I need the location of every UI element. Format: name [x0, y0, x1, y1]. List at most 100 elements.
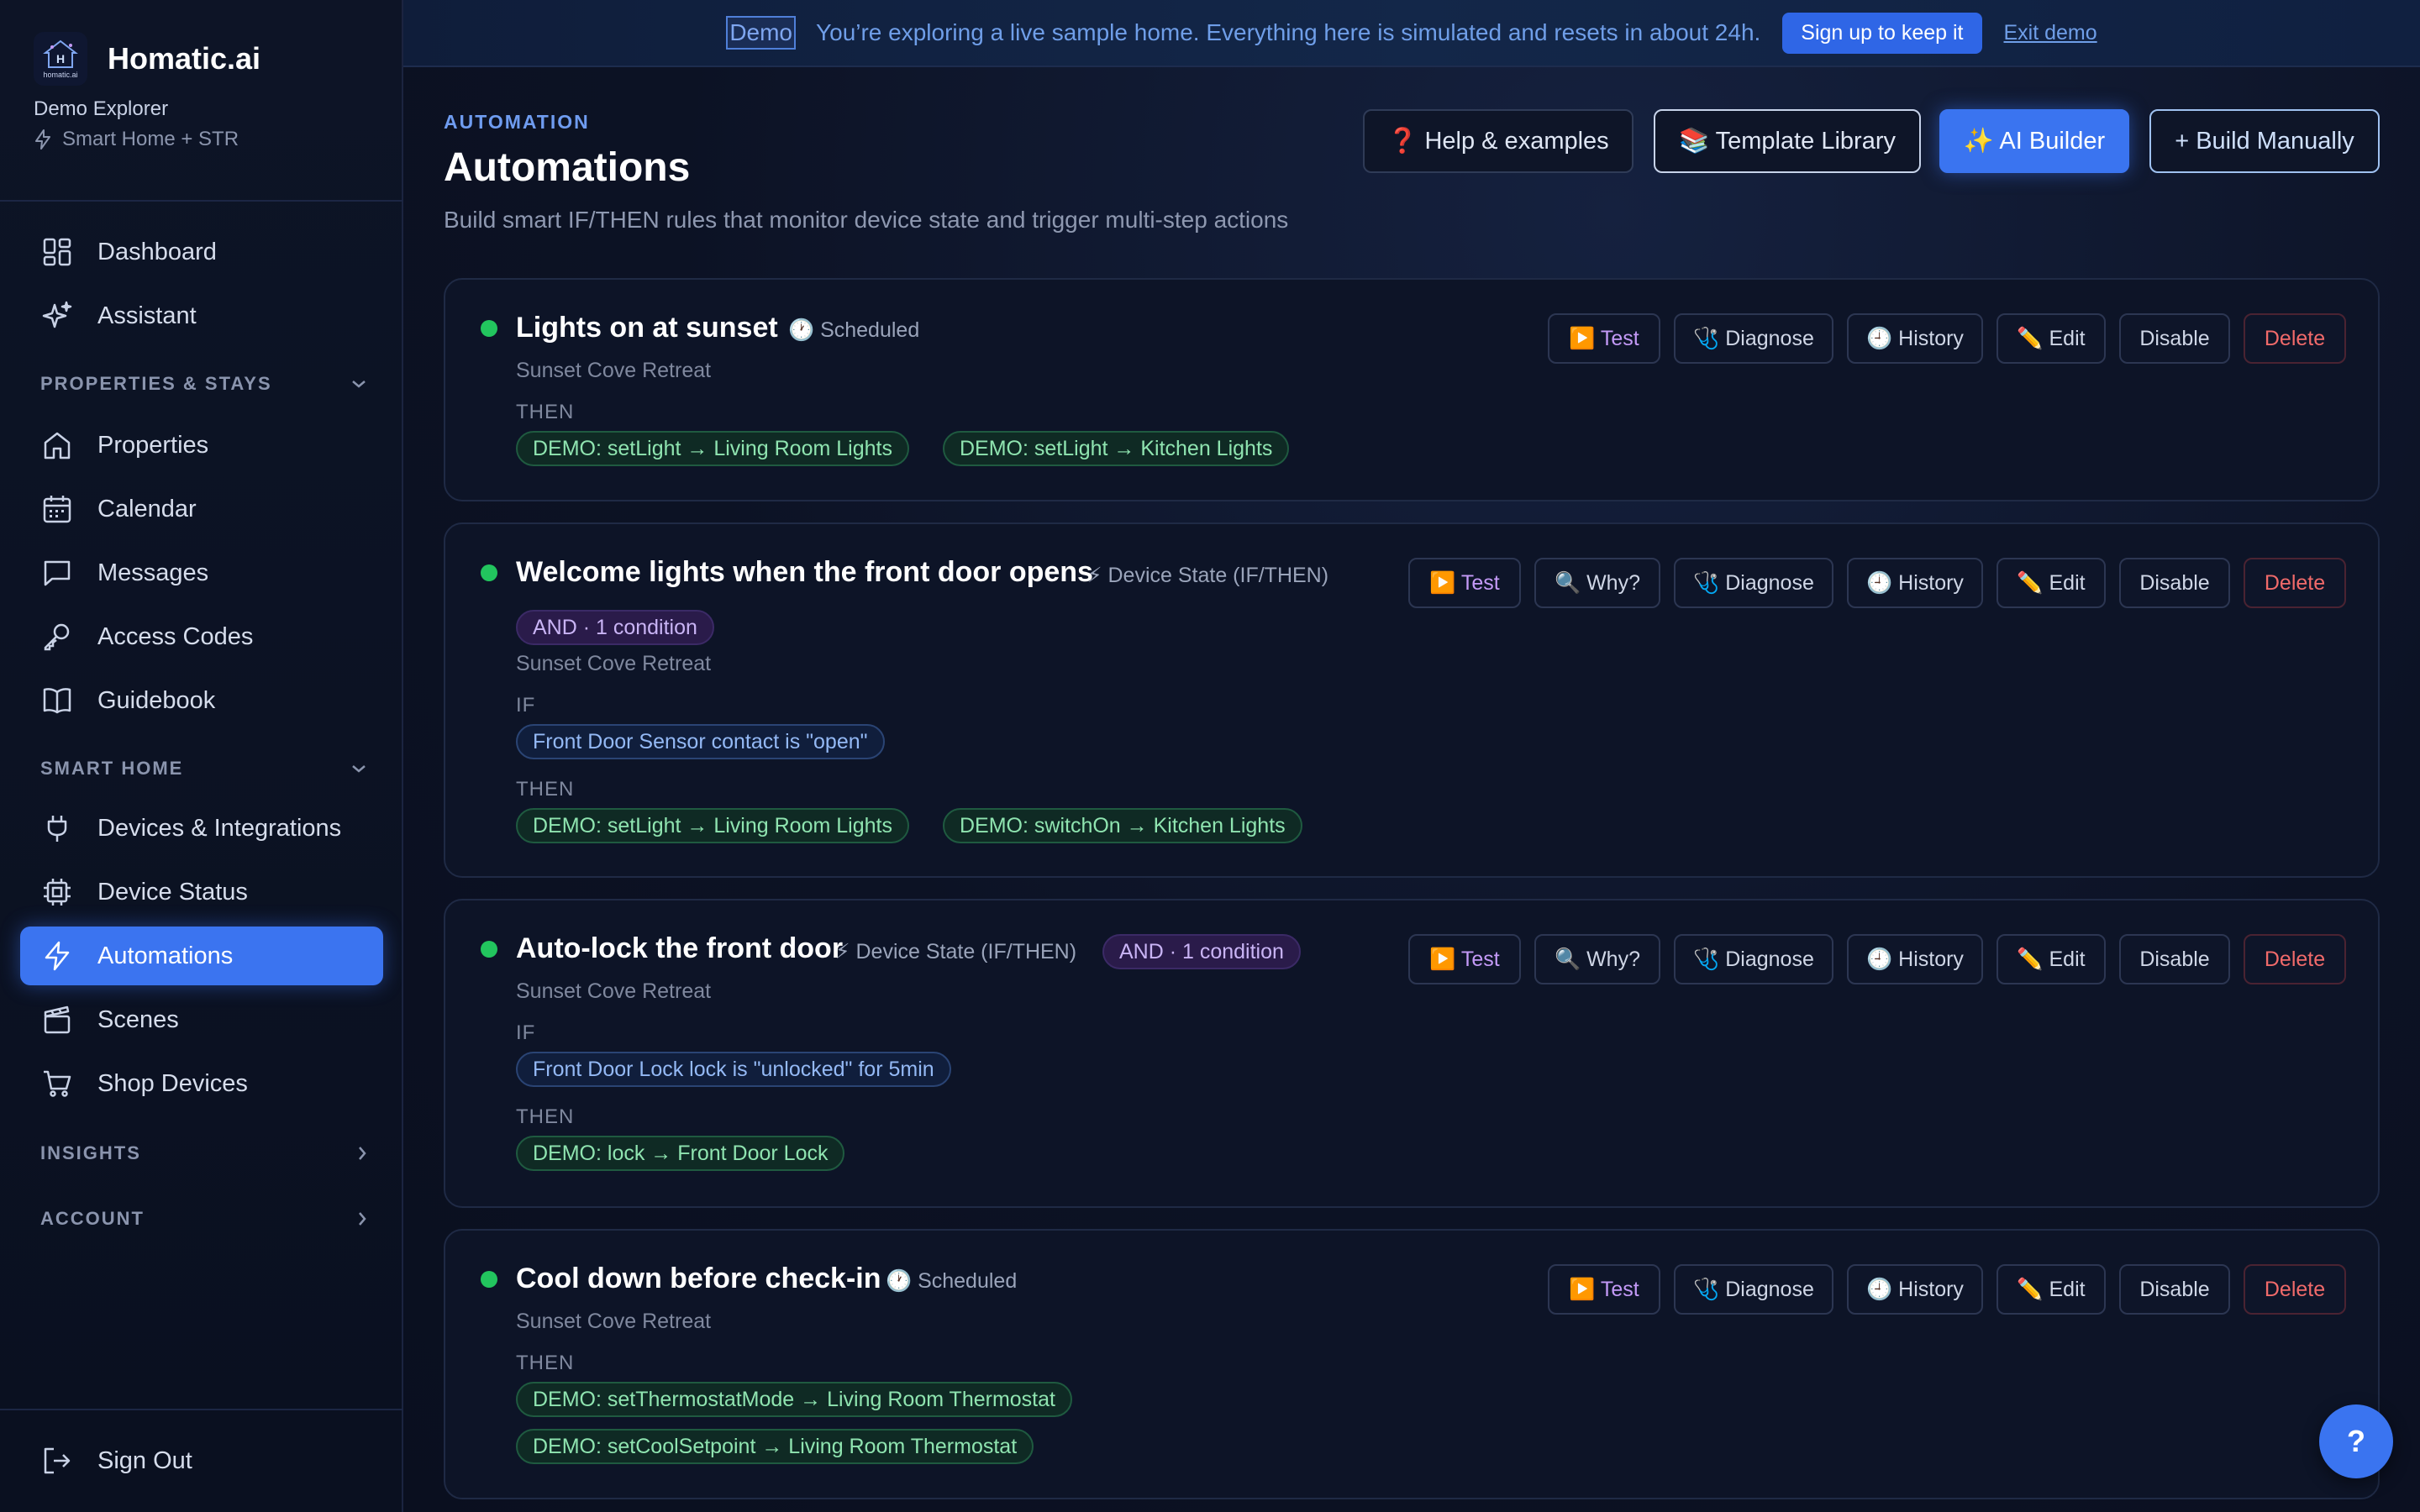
- sign-out-button[interactable]: Sign Out: [20, 1431, 383, 1490]
- test-button[interactable]: ▶️ Test: [1408, 558, 1521, 608]
- lightning-icon: [40, 939, 74, 973]
- then-label: THEN: [516, 1352, 575, 1374]
- disable-button[interactable]: Disable: [2119, 313, 2230, 364]
- test-button[interactable]: ▶️ Test: [1548, 1264, 1660, 1315]
- diagnose-button[interactable]: 🩺 Diagnose: [1674, 1264, 1833, 1315]
- sidebar-item-guidebook[interactable]: Guidebook: [20, 671, 383, 730]
- sidebar-divider: [0, 1409, 403, 1410]
- section-account[interactable]: ACCOUNT: [40, 1208, 368, 1230]
- sidebar-item-label: Automations: [97, 942, 234, 969]
- if-label: IF: [516, 1021, 536, 1044]
- delete-button[interactable]: Delete: [2244, 934, 2346, 984]
- action-chip: DEMO: lock → Front Door Lock: [516, 1136, 845, 1171]
- sidebar-item-messages[interactable]: Messages: [20, 543, 383, 602]
- main-content: AUTOMATION Automations Build smart IF/TH…: [403, 67, 2420, 1512]
- build-manually-button[interactable]: + Build Manually: [2149, 109, 2380, 173]
- sidebar-item-label: Device Status: [97, 878, 248, 906]
- section-properties-stays[interactable]: PROPERTIES & STAYS: [40, 373, 368, 395]
- edit-button[interactable]: ✏️ Edit: [1996, 313, 2106, 364]
- sidebar-item-dashboard[interactable]: Dashboard: [20, 223, 383, 281]
- template-library-button[interactable]: 📚 Template Library: [1654, 109, 1921, 173]
- sidebar-item-properties[interactable]: Properties: [20, 416, 383, 475]
- help-examples-button[interactable]: ❓ Help & examples: [1363, 109, 1634, 173]
- dashboard-icon: [40, 235, 74, 269]
- plug-icon: [40, 811, 74, 845]
- sidebar-item-label: Properties: [97, 431, 209, 459]
- trigger-type: 🕐 Scheduled: [886, 1269, 1018, 1293]
- history-button[interactable]: 🕘 History: [1847, 558, 1983, 608]
- ai-builder-button[interactable]: ✨ AI Builder: [1939, 109, 2129, 173]
- section-smart-home[interactable]: SMART HOME: [40, 758, 368, 780]
- sidebar-item-automations[interactable]: Automations: [20, 927, 383, 985]
- cart-icon: [40, 1067, 74, 1100]
- logic-badge: AND · 1 condition: [1102, 934, 1301, 969]
- sidebar-item-shop-devices[interactable]: Shop Devices: [20, 1054, 383, 1113]
- section-insights[interactable]: INSIGHTS: [40, 1142, 368, 1164]
- trigger-type: ⚡ Device State (IF/THEN): [835, 940, 1077, 963]
- lightning-icon: [35, 129, 50, 150]
- user-name: Demo Explorer: [34, 97, 169, 120]
- history-button[interactable]: 🕘 History: [1847, 934, 1983, 984]
- then-label: THEN: [516, 778, 575, 801]
- property-name: Sunset Cove Retreat: [516, 979, 712, 1003]
- brand-name: Homatic.ai: [108, 41, 261, 76]
- property-name: Sunset Cove Retreat: [516, 359, 712, 382]
- trigger-type: ⚡ Device State (IF/THEN): [1087, 564, 1329, 587]
- diagnose-button[interactable]: 🩺 Diagnose: [1674, 558, 1833, 608]
- sidebar-item-label: Assistant: [97, 302, 197, 329]
- sign-up-button[interactable]: Sign up to keep it: [1782, 12, 1982, 54]
- test-button[interactable]: ▶️ Test: [1408, 934, 1521, 984]
- delete-button[interactable]: Delete: [2244, 1264, 2346, 1315]
- sidebar-item-calendar[interactable]: Calendar: [20, 480, 383, 538]
- why-button[interactable]: 🔍 Why?: [1534, 934, 1660, 984]
- exit-demo-link[interactable]: Exit demo: [2004, 21, 2097, 45]
- logo-icon: H: [43, 39, 78, 68]
- help-fab-button[interactable]: ?: [2319, 1404, 2393, 1478]
- sidebar-item-label: Devices & Integrations: [97, 814, 342, 842]
- logic-badge: AND · 1 condition: [516, 610, 714, 645]
- disable-button[interactable]: Disable: [2119, 558, 2230, 608]
- automation-title: Auto-lock the front door: [516, 932, 844, 964]
- brand[interactable]: H homatic.ai Homatic.ai: [34, 32, 260, 86]
- sidebar-item-label: Scenes: [97, 1005, 179, 1033]
- diagnose-button[interactable]: 🩺 Diagnose: [1674, 313, 1833, 364]
- sidebar-item-assistant[interactable]: Assistant: [20, 286, 383, 345]
- automation-card: Welcome lights when the front door opens…: [444, 522, 2380, 878]
- history-button[interactable]: 🕘 History: [1847, 313, 1983, 364]
- automation-title: Cool down before check-in: [516, 1263, 881, 1294]
- logo-text: homatic.ai: [43, 71, 78, 79]
- history-button[interactable]: 🕘 History: [1847, 1264, 1983, 1315]
- automation-title: Lights on at sunset: [516, 312, 778, 344]
- chevron-right-icon: [359, 1212, 366, 1226]
- diagnose-button[interactable]: 🩺 Diagnose: [1674, 934, 1833, 984]
- sidebar-item-access-codes[interactable]: Access Codes: [20, 607, 383, 666]
- disable-button[interactable]: Disable: [2119, 1264, 2230, 1315]
- action-chip: DEMO: setThermostatMode → Living Room Th…: [516, 1382, 1072, 1417]
- action-chip: DEMO: setLight → Living Room Lights: [516, 431, 909, 466]
- sidebar-item-device-status[interactable]: Device Status: [20, 863, 383, 921]
- sparkles-icon: [40, 299, 74, 333]
- disable-button[interactable]: Disable: [2119, 934, 2230, 984]
- chevron-right-icon: [359, 1147, 366, 1160]
- sign-out-label: Sign Out: [97, 1446, 192, 1474]
- why-button[interactable]: 🔍 Why?: [1534, 558, 1660, 608]
- sidebar-item-label: Shop Devices: [97, 1069, 248, 1097]
- then-label: THEN: [516, 401, 575, 423]
- demo-banner-text: You’re exploring a live sample home. Eve…: [816, 19, 1761, 45]
- delete-button[interactable]: Delete: [2244, 313, 2346, 364]
- brand-logo: H homatic.ai: [34, 32, 87, 86]
- edit-button[interactable]: ✏️ Edit: [1996, 934, 2106, 984]
- delete-button[interactable]: Delete: [2244, 558, 2346, 608]
- status-dot: [481, 320, 497, 337]
- chevron-down-icon: [352, 765, 366, 773]
- then-label: THEN: [516, 1105, 575, 1128]
- demo-tag: Demo: [726, 16, 797, 50]
- status-dot: [481, 564, 497, 581]
- sidebar-item-scenes[interactable]: Scenes: [20, 990, 383, 1049]
- edit-button[interactable]: ✏️ Edit: [1996, 1264, 2106, 1315]
- sidebar-item-devices-integrations[interactable]: Devices & Integrations: [20, 799, 383, 858]
- edit-button[interactable]: ✏️ Edit: [1996, 558, 2106, 608]
- section-label: PROPERTIES & STAYS: [40, 373, 272, 394]
- page-subtitle: Build smart IF/THEN rules that monitor d…: [444, 207, 1289, 233]
- test-button[interactable]: ▶️ Test: [1548, 313, 1660, 364]
